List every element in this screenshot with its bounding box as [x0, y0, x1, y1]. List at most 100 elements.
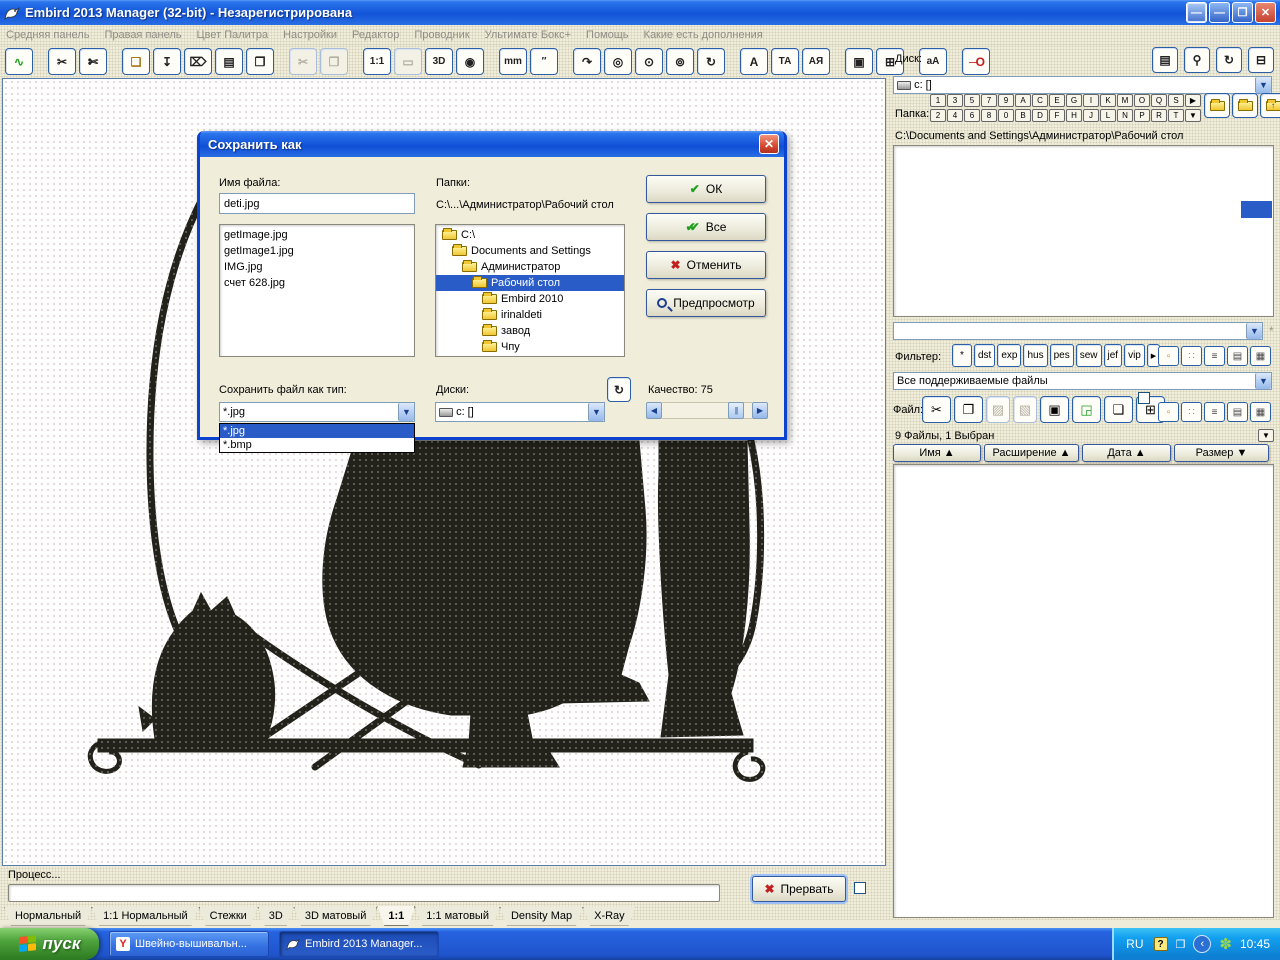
file-option-checkbox[interactable]	[1138, 392, 1150, 404]
file-list[interactable]: getImage.jpg getImage1.jpg IMG.jpg счет …	[219, 224, 415, 357]
copy-multiple-icon[interactable]: ▣	[1040, 396, 1069, 423]
preview-button[interactable]: Предпросмотр	[646, 289, 766, 317]
tree-item-irinaldeti[interactable]: irinaldeti	[436, 307, 624, 323]
start-button[interactable]: пуск	[0, 928, 99, 960]
view-list-icon[interactable]: ≡	[1204, 346, 1225, 366]
tab-3d-matte[interactable]: 3D матовый	[294, 907, 377, 926]
chevron-down-icon[interactable]: ▼	[1246, 323, 1262, 339]
folder-tree[interactable]: C:\ Documents and Settings Администратор…	[435, 224, 625, 357]
filter-jef[interactable]: jef	[1103, 344, 1123, 367]
antivirus-tray-icon[interactable]: ✽	[1219, 935, 1232, 953]
hide-jumps-eye-icon[interactable]: ◎	[604, 48, 632, 75]
search-icon[interactable]: ⚲	[1184, 47, 1210, 73]
chevron-down-icon[interactable]: ▼	[398, 403, 414, 421]
tree-item-embird-2010[interactable]: Embird 2010	[436, 291, 624, 307]
file-list-box[interactable]	[893, 464, 1274, 918]
tab-stitches[interactable]: Стежки	[199, 907, 258, 926]
filter-hus[interactable]: hus	[1023, 344, 1048, 367]
tab-3d[interactable]: 3D	[258, 907, 294, 926]
chevron-down-icon[interactable]: ▼	[1255, 77, 1271, 93]
tree-item-administrator[interactable]: Администратор	[436, 259, 624, 275]
chevron-down-icon[interactable]: ▼	[588, 403, 604, 421]
show-connections-eye-icon[interactable]: ⊙	[635, 48, 663, 75]
save-floppy-icon[interactable]: ◲	[1072, 396, 1101, 423]
minimize-alt-button[interactable]: —	[1186, 2, 1207, 23]
slider-right-icon[interactable]: ▶	[752, 402, 768, 419]
file-name-input[interactable]	[219, 193, 415, 214]
register-key-icon[interactable]: ─O	[962, 48, 990, 75]
chevron-down-icon[interactable]: ▼	[1255, 373, 1271, 389]
selected-item-highlight[interactable]	[1241, 201, 1272, 218]
view-colors-icon[interactable]: ∷	[1181, 346, 1202, 366]
tab-density-map[interactable]: Density Map	[500, 907, 583, 926]
column-date[interactable]: Дата ▲	[1082, 444, 1171, 462]
slider-thumb[interactable]: |||	[728, 402, 744, 419]
print-icon[interactable]: ▤	[215, 48, 243, 75]
filter-combo[interactable]: Все поддерживаемые файлы ▼	[893, 372, 1272, 390]
tab-x-ray[interactable]: X-Ray	[583, 907, 636, 926]
column-name[interactable]: Имя ▲	[893, 444, 981, 462]
view-thumbs-icon[interactable]: ▦	[1250, 346, 1271, 366]
abort-button[interactable]: ✖ Прервать	[752, 876, 846, 902]
rotate-view-icon[interactable]: ↻	[697, 48, 725, 75]
tree-item-desktop-selected[interactable]: Рабочий стол	[436, 275, 624, 291]
open-folder-icon[interactable]	[1232, 93, 1258, 118]
column-extension[interactable]: Расширение ▲	[984, 444, 1079, 462]
cut-icon[interactable]: ✂	[922, 396, 951, 423]
tree-item-zavod[interactable]: завод	[436, 323, 624, 339]
file-item[interactable]: getImage1.jpg	[224, 243, 410, 259]
menu-addons[interactable]: Какие есть дополнения	[644, 29, 763, 41]
menu-color-palette[interactable]: Цвет Палитра	[197, 29, 269, 41]
slider-left-icon[interactable]: ◀	[646, 402, 662, 419]
lettering-icon[interactable]: A	[740, 48, 768, 75]
window-tray-icon[interactable]: ❐	[1176, 938, 1186, 951]
restore-button[interactable]: ❐	[1232, 2, 1253, 23]
view-colors-icon[interactable]: ∷	[1181, 402, 1202, 422]
new-window-icon[interactable]: ❐	[246, 48, 274, 75]
close-button[interactable]: ✕	[1255, 2, 1276, 23]
view-thumbs-icon[interactable]: ▦	[1250, 402, 1271, 422]
save-type-combo[interactable]: *.jpg ▼	[219, 402, 415, 422]
monogram-icon[interactable]: ТА	[771, 48, 799, 75]
view-detail-icon[interactable]: ▫	[1158, 402, 1179, 422]
abort-checkbox[interactable]	[854, 882, 866, 894]
font-size-icon[interactable]: аА	[919, 48, 947, 75]
language-indicator[interactable]: RU	[1126, 937, 1143, 951]
tab-1-1-normal[interactable]: 1:1 Нормальный	[92, 907, 198, 926]
tree-item-documents-and-settings[interactable]: Documents and Settings	[436, 243, 624, 259]
history-combo[interactable]: ▼	[893, 322, 1263, 340]
file-item[interactable]: счет 628.jpg	[224, 275, 410, 291]
open-design-icon[interactable]: ∿	[5, 48, 33, 75]
zoom-1-1-icon[interactable]: 1:1	[363, 48, 391, 75]
tab-normal[interactable]: Нормальный	[4, 907, 92, 926]
file-item[interactable]: getImage.jpg	[224, 227, 410, 243]
preview-eye-icon[interactable]: ◉	[456, 48, 484, 75]
column-size[interactable]: Размер ▼	[1174, 444, 1269, 462]
show-trims-eye-icon[interactable]: ⊚	[666, 48, 694, 75]
refresh-drives-icon[interactable]: ↻	[607, 377, 631, 402]
menu-help[interactable]: Помощь	[586, 29, 629, 41]
open-file-icon[interactable]: ❏	[122, 48, 150, 75]
view-grid-icon[interactable]: ▤	[1227, 346, 1248, 366]
remove-stitches-icon[interactable]: ✄	[79, 48, 107, 75]
taskbar-item-embird[interactable]: Embird 2013 Manager...	[279, 931, 439, 957]
drives-combo[interactable]: c: [] ▼	[435, 402, 605, 422]
tree-item-c-drive[interactable]: C:\	[436, 227, 624, 243]
view-list-icon[interactable]: ≡	[1204, 402, 1225, 422]
dialog-close-icon[interactable]: ✕	[759, 134, 779, 154]
folder-list-box[interactable]	[893, 145, 1274, 317]
tab-1-1[interactable]: 1:1	[377, 906, 415, 926]
units-mm-icon[interactable]: mm	[499, 48, 527, 75]
view-detail-icon[interactable]: ▫	[1158, 346, 1179, 366]
ok-button[interactable]: ✔ ОК	[646, 175, 766, 203]
delete-icon[interactable]: ⌦	[184, 48, 212, 75]
filter-vip[interactable]: vip	[1124, 344, 1145, 367]
view-3d-icon[interactable]: 3D	[425, 48, 453, 75]
menu-ultimate-box[interactable]: Ультимате Бокс+	[485, 29, 571, 41]
filter-all[interactable]: *	[952, 344, 972, 367]
tree-item-chpu[interactable]: Чпу	[436, 339, 624, 355]
minimize-button[interactable]: —	[1209, 2, 1230, 23]
menu-explorer[interactable]: Проводник	[414, 29, 469, 41]
alphabet-icon[interactable]: АЯ	[802, 48, 830, 75]
disk-combo[interactable]: c: [] ▼	[893, 76, 1272, 94]
